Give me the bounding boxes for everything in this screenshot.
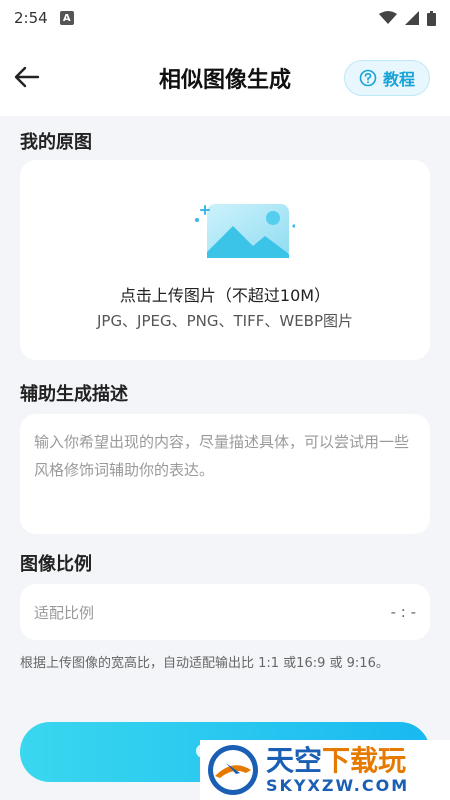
ratio-value: - : -	[390, 603, 416, 621]
description-input[interactable]	[34, 428, 416, 520]
tutorial-label: 教程	[382, 70, 415, 89]
app-header: 相似图像生成 教程	[0, 36, 450, 116]
upload-instruction: 点击上传图片（不超过10M）	[119, 286, 331, 305]
watermark-text: 天空下载玩 SKYXZW.COM	[266, 743, 410, 795]
watermark-title: 天空下载玩	[266, 743, 409, 777]
ratio-hint: 根据上传图像的宽高比，自动适配输出比 1:1 或16:9 或 9:16。	[20, 656, 389, 671]
description-card	[20, 414, 430, 534]
watermark-title-highlight: 下载玩	[322, 743, 407, 777]
description-label: 辅助生成描述	[20, 384, 128, 405]
ratio-section-label: 图像比例	[20, 554, 92, 575]
status-time: 2:54	[14, 9, 48, 27]
upload-area[interactable]: 点击上传图片（不超过10M） JPG、JPEG、PNG、TIFF、WEBP图片	[20, 160, 430, 360]
watermark-subtitle: SKYXZW.COM	[266, 775, 410, 795]
globe-logo-icon	[208, 745, 258, 795]
status-bar: 2:54 A	[0, 0, 450, 36]
wifi-icon	[379, 11, 397, 24]
help-icon	[359, 69, 377, 87]
ratio-selector[interactable]: 适配比例 - : -	[20, 584, 430, 640]
tutorial-button[interactable]: 教程	[344, 60, 430, 96]
battery-icon	[427, 10, 436, 26]
notification-icon: A	[59, 11, 74, 25]
original-image-label: 我的原图	[20, 132, 92, 153]
ratio-field-label: 适配比例	[34, 603, 95, 622]
image-upload-icon	[195, 204, 295, 258]
upload-formats: JPG、JPEG、PNG、TIFF、WEBP图片	[96, 312, 354, 330]
watermark-title-main: 天空	[266, 743, 323, 777]
watermark-logo: 天空下载玩 SKYXZW.COM	[200, 740, 450, 800]
signal-icon	[405, 11, 419, 25]
status-icons	[379, 10, 436, 26]
